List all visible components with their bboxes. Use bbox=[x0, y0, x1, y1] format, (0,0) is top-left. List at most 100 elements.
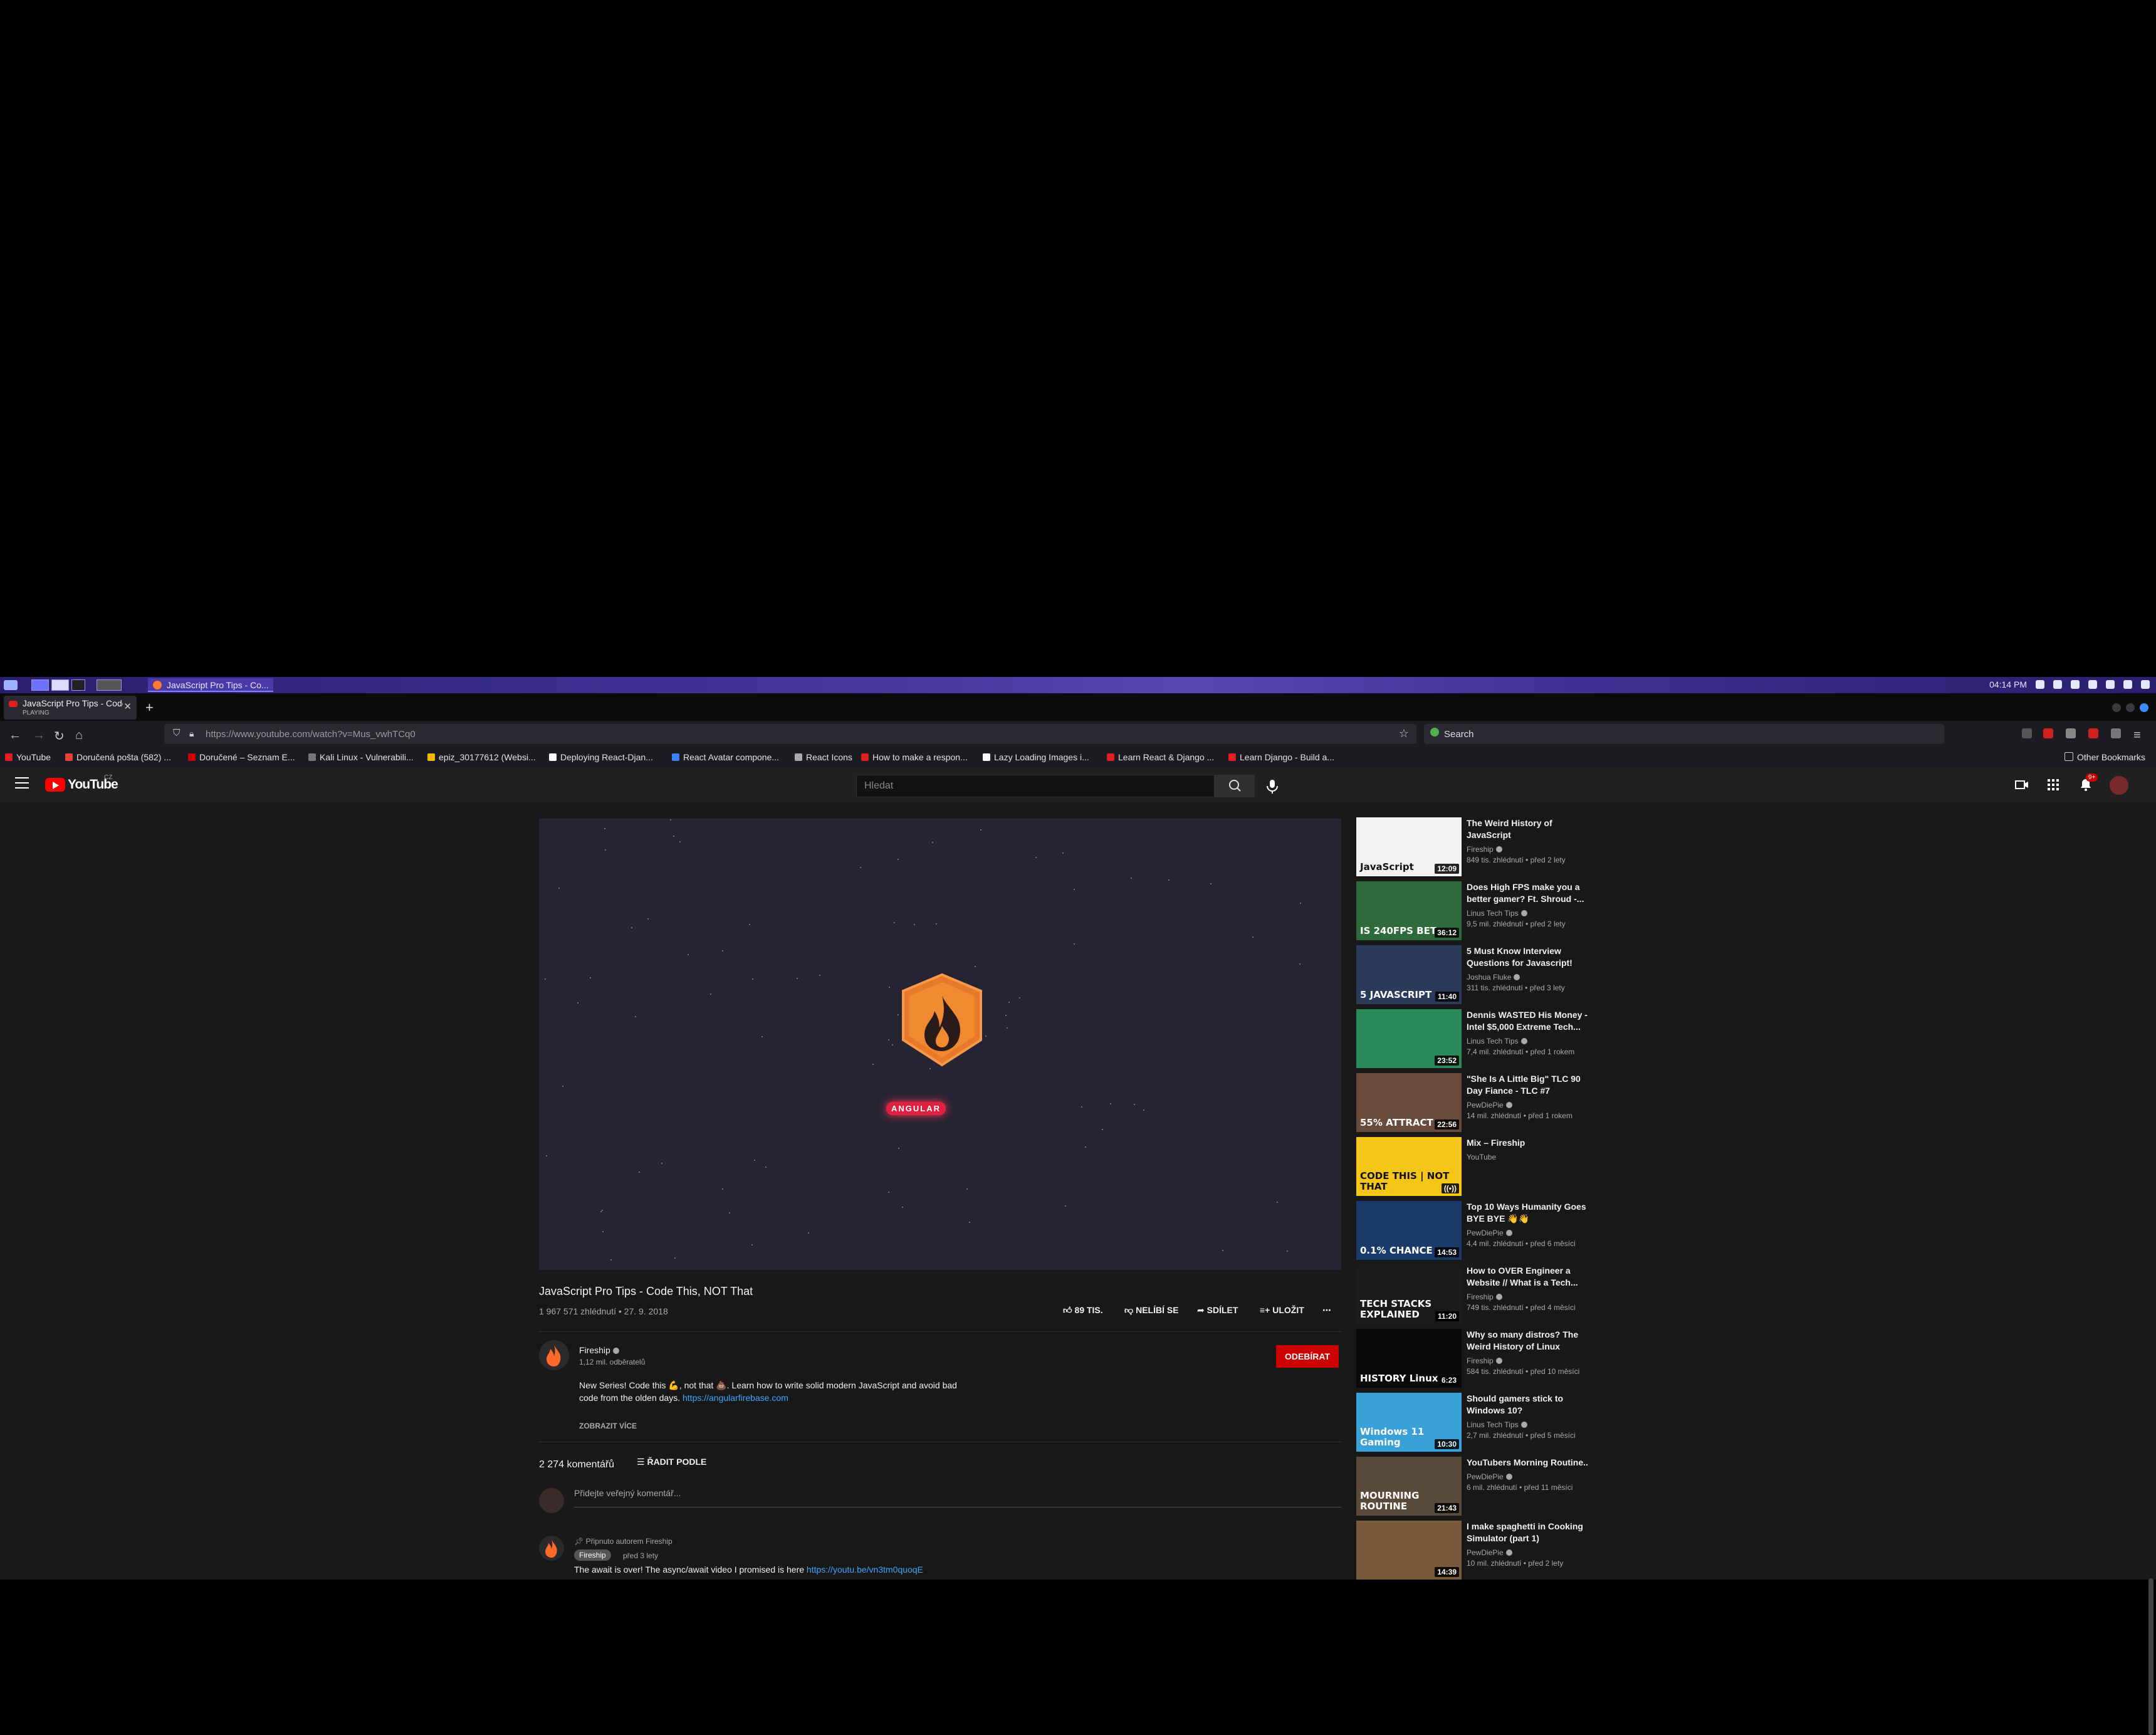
video-thumbnail[interactable]: HISTORY Linux 6:23 bbox=[1356, 1329, 1462, 1388]
close-window-button[interactable] bbox=[2140, 703, 2148, 712]
recommended-title[interactable]: Does High FPS make you a better gamer? F… bbox=[1467, 881, 1592, 905]
browser-search-bar[interactable]: Search bbox=[1424, 724, 1944, 744]
power-icon[interactable] bbox=[2141, 680, 2150, 689]
reload-icon[interactable]: ↻ bbox=[54, 728, 65, 744]
recommended-channel[interactable]: Fireship bbox=[1467, 1292, 1502, 1301]
more-actions-icon[interactable]: ⋯ bbox=[1322, 1305, 1331, 1316]
taskbar-window[interactable]: JavaScript Pro Tips - Co... bbox=[148, 678, 273, 692]
recommended-channel[interactable]: YouTube bbox=[1467, 1153, 1496, 1161]
recommended-channel[interactable]: Linus Tech Tips bbox=[1467, 1037, 1527, 1046]
battery-icon[interactable] bbox=[2106, 680, 2115, 689]
recommended-video[interactable]: 55% ATTRACT 22:56 "She Is A Little Big" TL… bbox=[1356, 1073, 1620, 1133]
recommended-title[interactable]: "She Is A Little Big" TLC 90 Day Fiance … bbox=[1467, 1073, 1592, 1097]
home-icon[interactable]: ⌂ bbox=[75, 728, 83, 743]
video-thumbnail[interactable]: TECH STACKS EXPLAINED 11:20 bbox=[1356, 1265, 1462, 1324]
guide-menu-icon[interactable] bbox=[15, 777, 29, 789]
recommended-channel[interactable]: Linus Tech Tips bbox=[1467, 909, 1527, 918]
youtube-search-input[interactable]: Hledat bbox=[856, 775, 1215, 797]
video-thumbnail[interactable]: JavaScript 12:09 bbox=[1356, 817, 1462, 876]
video-thumbnail[interactable]: CODE THIS | NOT THAT ((•)) bbox=[1356, 1137, 1462, 1196]
recommended-video[interactable]: CODE THIS | NOT THAT ((•)) Mix – Fireship Y… bbox=[1356, 1137, 1620, 1197]
comment-author-badge[interactable]: Fireship bbox=[574, 1549, 611, 1561]
recommended-title[interactable]: Should gamers stick to Windows 10? bbox=[1467, 1393, 1592, 1417]
recommended-title[interactable]: I make spaghetti in Cooking Simulator (p… bbox=[1467, 1521, 1592, 1544]
new-tab-button[interactable]: + bbox=[145, 700, 154, 716]
comment-author-avatar[interactable] bbox=[539, 1536, 564, 1561]
recommended-title[interactable]: Mix – Fireship bbox=[1467, 1137, 1592, 1149]
recommended-channel[interactable]: PewDiePie bbox=[1467, 1101, 1512, 1109]
channel-avatar[interactable] bbox=[539, 1340, 569, 1370]
scrollbar[interactable] bbox=[2148, 1578, 2153, 1735]
recommended-channel[interactable]: PewDiePie bbox=[1467, 1548, 1512, 1557]
notifications-button[interactable]: 9+ bbox=[2078, 773, 2098, 794]
back-icon[interactable]: ← bbox=[9, 728, 21, 743]
recommended-channel[interactable]: Joshua Fluke bbox=[1467, 973, 1520, 982]
recommended-title[interactable]: Why so many distros? The Weird History o… bbox=[1467, 1329, 1592, 1353]
recommended-video[interactable]: JavaScript 12:09 The Weird History of Java… bbox=[1356, 817, 1620, 878]
sort-comments-button[interactable]: ☰ ŘADIT PODLE bbox=[637, 1457, 706, 1467]
workspace-2[interactable] bbox=[51, 679, 69, 691]
bookmark-item[interactable]: How to make a respon... bbox=[861, 752, 968, 762]
bluetooth-icon[interactable] bbox=[2053, 680, 2062, 689]
bookmark-item[interactable]: React Avatar compone... bbox=[672, 752, 779, 762]
notifications-icon[interactable] bbox=[2088, 680, 2097, 689]
menu-icon[interactable]: ≡ bbox=[2133, 728, 2141, 743]
recommended-video[interactable]: 23:52 Dennis WASTED His Money - Intel $5,… bbox=[1356, 1009, 1620, 1069]
recommended-title[interactable]: Top 10 Ways Humanity Goes BYE BYE 👋👋 bbox=[1467, 1201, 1592, 1225]
bookmark-item[interactable]: React Icons bbox=[795, 752, 852, 762]
terminal-icon[interactable] bbox=[71, 679, 85, 691]
like-button[interactable]: 👍︎ 89 TIS. bbox=[1063, 1305, 1103, 1316]
save-button[interactable]: ≡+ ULOŽIT bbox=[1260, 1305, 1304, 1315]
video-thumbnail[interactable]: MOURNING ROUTINE 21:43 bbox=[1356, 1457, 1462, 1516]
browser-tab[interactable]: JavaScript Pro Tips - Code... PLAYING ✕ bbox=[4, 696, 137, 720]
bookmark-item[interactable]: epiz_30177612 (Websi... bbox=[427, 752, 536, 762]
url-bar[interactable]: ⛉ 🔒︎ https://www.youtube.com/watch?v=Mus… bbox=[164, 724, 1416, 744]
youtube-search-button[interactable] bbox=[1215, 775, 1255, 797]
add-comment-input[interactable]: Přidejte veřejný komentář... bbox=[574, 1488, 1341, 1507]
description-link[interactable]: https://angularfirebase.com bbox=[683, 1393, 788, 1403]
recommended-channel[interactable]: Fireship bbox=[1467, 845, 1502, 854]
dislike-button[interactable]: 👎︎ NELÍBÍ SE bbox=[1124, 1305, 1179, 1316]
recommended-channel[interactable]: PewDiePie bbox=[1467, 1472, 1512, 1481]
create-video-icon[interactable] bbox=[2014, 777, 2029, 792]
tracking-shield-icon[interactable]: ⛉ bbox=[173, 728, 180, 738]
bookmark-item[interactable]: Lazy Loading Images i... bbox=[983, 752, 1089, 762]
recommended-video[interactable]: IS 240FPS BET 36:12 Does High FPS make you… bbox=[1356, 881, 1620, 941]
maximize-window-button[interactable] bbox=[2126, 703, 2135, 712]
volume-icon[interactable] bbox=[2071, 680, 2080, 689]
extension-settings-icon[interactable] bbox=[2111, 728, 2121, 738]
bookmark-item[interactable]: Doručené – Seznam E... bbox=[188, 752, 295, 762]
recommended-title[interactable]: 5 Must Know Interview Questions for Java… bbox=[1467, 945, 1592, 969]
video-thumbnail[interactable]: 14:39 bbox=[1356, 1521, 1462, 1580]
bookmark-item[interactable]: Deploying React-Djan... bbox=[549, 752, 653, 762]
subscribe-button[interactable]: ODEBÍRAT bbox=[1276, 1345, 1339, 1368]
extension-icon[interactable] bbox=[2066, 728, 2076, 738]
video-thumbnail[interactable]: IS 240FPS BET 36:12 bbox=[1356, 881, 1462, 940]
bookmark-item[interactable]: Kali Linux - Vulnerabili... bbox=[308, 752, 414, 762]
url-text[interactable]: https://www.youtube.com/watch?v=Mus_vwhT… bbox=[206, 729, 416, 740]
bookmark-item[interactable]: YouTube bbox=[5, 752, 51, 762]
show-more-button[interactable]: ZOBRAZIT VÍCE bbox=[579, 1422, 637, 1430]
extension-badge-icon[interactable] bbox=[2043, 728, 2053, 738]
voice-search-button[interactable] bbox=[1260, 775, 1285, 797]
recommended-title[interactable]: YouTubers Morning Routine.. bbox=[1467, 1457, 1592, 1469]
recommended-channel[interactable]: PewDiePie bbox=[1467, 1229, 1512, 1237]
lock-icon[interactable] bbox=[2123, 680, 2132, 689]
workspace-3[interactable] bbox=[97, 679, 122, 691]
video-thumbnail[interactable]: 23:52 bbox=[1356, 1009, 1462, 1068]
bookmark-item[interactable]: Doručená pošta (582) ... bbox=[65, 752, 171, 762]
comment-link[interactable]: https://youtu.be/vn3tm0quoqE bbox=[807, 1565, 923, 1575]
recommended-channel[interactable]: Linus Tech Tips bbox=[1467, 1420, 1527, 1429]
bookmark-item[interactable]: Learn Django - Build a... bbox=[1228, 752, 1334, 762]
recommended-title[interactable]: The Weird History of JavaScript bbox=[1467, 817, 1592, 841]
recommended-video[interactable]: 14:39 I make spaghetti in Cooking Simulat… bbox=[1356, 1521, 1620, 1581]
bookmark-star-icon[interactable]: ☆ bbox=[1399, 727, 1409, 740]
apps-grid-icon[interactable] bbox=[2046, 777, 2061, 792]
other-bookmarks[interactable]: Other Bookmarks bbox=[2064, 752, 2145, 762]
share-button[interactable]: ➦ SDÍLET bbox=[1197, 1305, 1238, 1316]
recommended-video[interactable]: MOURNING ROUTINE 21:43 YouTubers Morning R… bbox=[1356, 1457, 1620, 1517]
video-thumbnail[interactable]: Windows 11 Gaming 10:30 bbox=[1356, 1393, 1462, 1452]
comment-time[interactable]: před 3 lety bbox=[623, 1551, 658, 1560]
workspace-1[interactable] bbox=[31, 679, 49, 691]
recommended-video[interactable]: HISTORY Linux 6:23 Why so many distros? Th… bbox=[1356, 1329, 1620, 1389]
